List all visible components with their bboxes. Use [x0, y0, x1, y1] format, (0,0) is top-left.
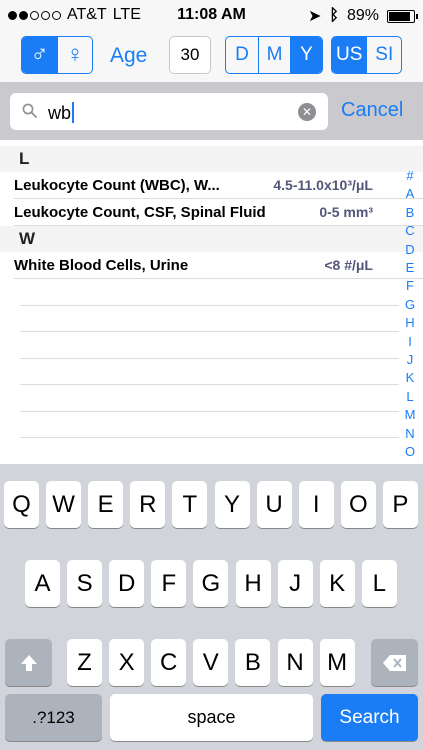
results-list[interactable]: L Leukocyte Count (WBC), W... 4.5-11.0x1…: [0, 146, 423, 464]
index-letter[interactable]: K: [406, 369, 415, 387]
age-unit-days[interactable]: D: [226, 37, 258, 73]
key-g[interactable]: G: [193, 560, 229, 607]
key-o[interactable]: O: [340, 481, 376, 528]
status-right: ➤ ᛒ 89%: [307, 6, 418, 26]
unit-us-button[interactable]: US: [332, 37, 367, 73]
index-letter[interactable]: C: [405, 222, 414, 240]
key-e[interactable]: E: [88, 481, 124, 528]
search-query: wb: [48, 102, 75, 124]
index-letter[interactable]: J: [407, 351, 414, 369]
index-letter[interactable]: A: [406, 185, 415, 203]
age-unit-selector: D M Y: [225, 36, 323, 74]
key-s[interactable]: S: [67, 560, 103, 607]
index-letter[interactable]: N: [405, 425, 414, 443]
key-a[interactable]: A: [25, 560, 60, 607]
index-letter[interactable]: M: [405, 406, 416, 424]
empty-row: [20, 385, 399, 412]
reference-range: <8 #/μL: [324, 257, 373, 273]
key-l[interactable]: L: [361, 560, 397, 607]
key-n[interactable]: N: [277, 639, 313, 686]
key-i[interactable]: I: [298, 481, 334, 528]
location-arrow-icon: ➤: [307, 8, 322, 25]
search-input[interactable]: wb ✕: [10, 93, 328, 130]
index-letter[interactable]: E: [406, 259, 415, 277]
age-unit-years[interactable]: Y: [290, 37, 322, 73]
search-bar: wb ✕ Cancel: [0, 82, 423, 140]
test-name: Leukocyte Count (WBC), W...: [14, 177, 220, 194]
list-item[interactable]: Leukocyte Count (WBC), W... 4.5-11.0x10³…: [14, 172, 423, 199]
patient-toolbar: ♂ ♀ Age 30 D M Y US SI: [0, 30, 423, 82]
backspace-key[interactable]: [371, 639, 418, 686]
battery-percent: 89%: [346, 7, 379, 24]
index-letter[interactable]: B: [406, 204, 415, 222]
search-key[interactable]: Search: [321, 694, 418, 741]
empty-row: [20, 438, 399, 464]
reference-range: 0-5 mm³: [319, 204, 373, 220]
key-b[interactable]: B: [235, 639, 271, 686]
index-letter[interactable]: #: [406, 167, 413, 185]
numbers-key[interactable]: .?123: [5, 694, 102, 741]
key-r[interactable]: R: [130, 481, 166, 528]
key-y[interactable]: Y: [214, 481, 250, 528]
empty-row: [20, 359, 399, 385]
key-u[interactable]: U: [256, 481, 292, 528]
space-key[interactable]: space: [110, 694, 313, 741]
reference-range: 4.5-11.0x10³/μL: [273, 177, 373, 193]
section-index[interactable]: # A B C D E F G H I J K L M N O: [401, 167, 419, 462]
key-m[interactable]: M: [319, 639, 355, 686]
unit-si-button[interactable]: SI: [366, 37, 401, 73]
text-cursor: [72, 102, 75, 123]
index-letter[interactable]: H: [405, 314, 414, 332]
section-header: W: [0, 226, 423, 252]
bluetooth-icon: ᛒ: [329, 7, 339, 24]
male-button[interactable]: ♂: [22, 37, 57, 73]
index-letter[interactable]: O: [405, 443, 415, 461]
key-p[interactable]: P: [382, 481, 418, 528]
cancel-button[interactable]: Cancel: [341, 99, 403, 122]
shift-arrow-icon: [20, 654, 37, 671]
index-letter[interactable]: D: [405, 241, 414, 259]
empty-row: [20, 412, 399, 438]
section-header: L: [0, 146, 423, 172]
empty-row: [20, 332, 399, 359]
empty-row: [20, 306, 399, 332]
key-c[interactable]: C: [151, 639, 187, 686]
index-letter[interactable]: I: [408, 333, 412, 351]
index-letter[interactable]: L: [406, 388, 413, 406]
test-name: White Blood Cells, Urine: [14, 257, 189, 274]
key-z[interactable]: Z: [67, 639, 102, 686]
index-letter[interactable]: G: [405, 296, 415, 314]
index-letter[interactable]: F: [406, 277, 414, 295]
key-t[interactable]: T: [172, 481, 208, 528]
female-button[interactable]: ♀: [56, 37, 92, 73]
key-j[interactable]: J: [277, 560, 313, 607]
clear-search-icon[interactable]: ✕: [298, 103, 316, 121]
key-v[interactable]: V: [193, 639, 229, 686]
battery-icon: [387, 9, 418, 23]
search-icon: [22, 103, 37, 118]
status-bar: AT&T LTE 11:08 AM ➤ ᛒ 89%: [0, 0, 423, 30]
gender-selector: ♂ ♀: [21, 36, 93, 74]
key-h[interactable]: H: [235, 560, 271, 607]
key-f[interactable]: F: [151, 560, 187, 607]
age-label: Age: [110, 44, 148, 67]
shift-key[interactable]: [5, 639, 52, 686]
keyboard: .?123 space Search QWERTYUIOP ASDFGHJKL ZX…: [0, 464, 423, 750]
key-w[interactable]: W: [46, 481, 82, 528]
age-unit-months[interactable]: M: [257, 37, 290, 73]
backspace-icon: [382, 654, 406, 671]
key-d[interactable]: D: [109, 560, 145, 607]
test-name: Leukocyte Count, CSF, Spinal Fluid: [14, 204, 266, 221]
list-item[interactable]: White Blood Cells, Urine <8 #/μL: [14, 252, 423, 279]
key-k[interactable]: K: [319, 560, 355, 607]
key-x[interactable]: X: [109, 639, 145, 686]
list-item[interactable]: Leukocyte Count, CSF, Spinal Fluid 0-5 m…: [14, 199, 423, 226]
age-input[interactable]: 30: [169, 36, 211, 74]
key-q[interactable]: Q: [4, 481, 39, 528]
unit-system-selector: US SI: [331, 36, 402, 74]
empty-row: [20, 279, 399, 306]
